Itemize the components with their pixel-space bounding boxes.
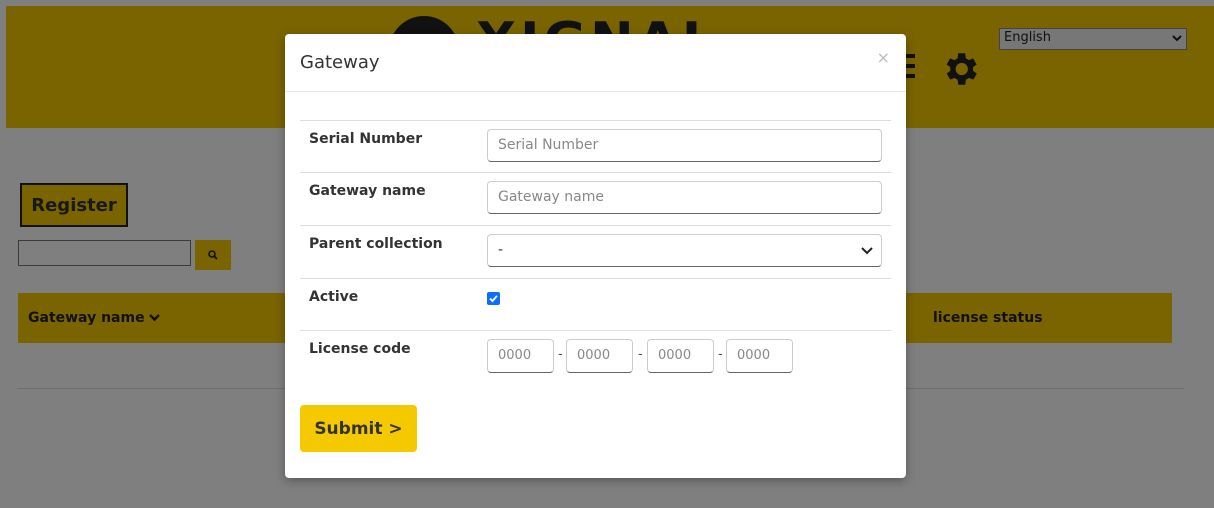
license-code-part-4[interactable]: 0000 bbox=[726, 339, 793, 373]
active-row: Active bbox=[300, 278, 891, 331]
license-code-part-2[interactable]: 0000 bbox=[566, 339, 633, 373]
license-code-part-3[interactable]: 0000 bbox=[647, 339, 714, 373]
gateway-name-input[interactable]: Gateway name bbox=[487, 181, 882, 214]
gateway-modal: Gateway × Serial Number Serial Number Ga… bbox=[285, 34, 906, 478]
gateway-name-label: Gateway name bbox=[309, 183, 426, 199]
modal-title: Gateway bbox=[300, 52, 380, 73]
chevron-down-icon bbox=[861, 247, 873, 255]
license-code-row: License code 0000 - 0000 - 0000 - 0000 bbox=[300, 330, 891, 391]
parent-collection-value: - bbox=[498, 242, 504, 258]
license-code-separator: - bbox=[638, 347, 643, 362]
serial-number-input[interactable]: Serial Number bbox=[487, 129, 882, 162]
license-code-label: License code bbox=[309, 341, 411, 357]
serial-number-row: Serial Number Serial Number bbox=[300, 120, 891, 173]
close-icon[interactable]: × bbox=[877, 48, 890, 67]
modal-header-divider bbox=[285, 91, 906, 92]
submit-button[interactable]: Submit > bbox=[300, 405, 417, 452]
active-label: Active bbox=[309, 289, 359, 305]
parent-collection-row: Parent collection - bbox=[300, 225, 891, 279]
gateway-name-row: Gateway name Gateway name bbox=[300, 172, 891, 226]
check-icon bbox=[489, 295, 498, 303]
serial-number-label: Serial Number bbox=[309, 131, 423, 147]
active-checkbox[interactable] bbox=[487, 292, 500, 305]
license-code-separator: - bbox=[558, 347, 563, 362]
parent-collection-select[interactable]: - bbox=[487, 234, 882, 267]
license-code-separator: - bbox=[718, 347, 723, 362]
license-code-part-1[interactable]: 0000 bbox=[487, 339, 554, 373]
parent-collection-label: Parent collection bbox=[309, 236, 443, 252]
